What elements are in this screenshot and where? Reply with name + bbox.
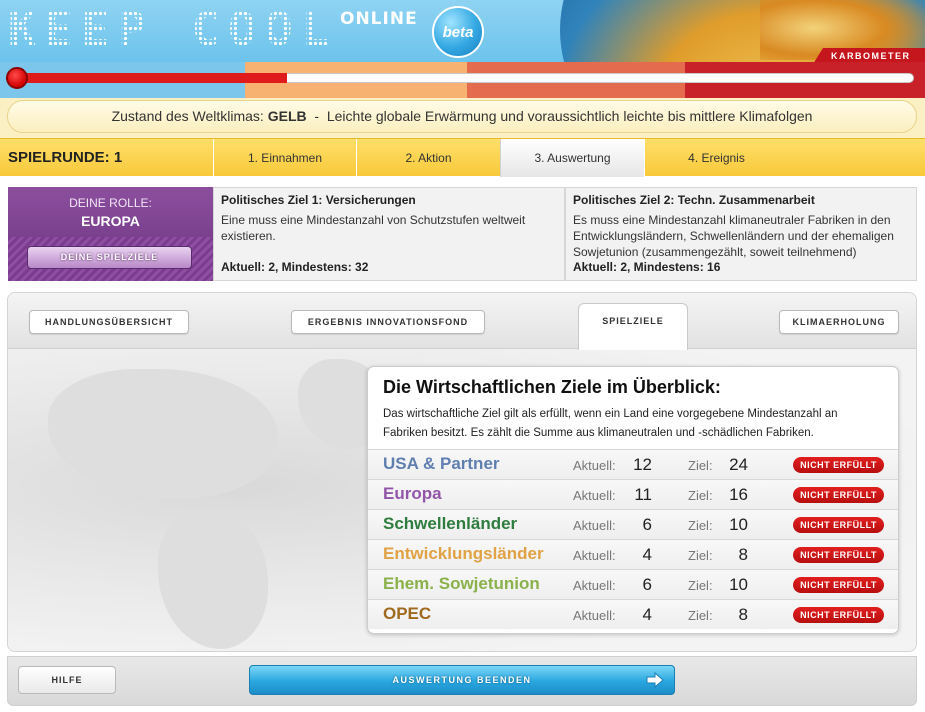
tab-bar: HANDLUNGSÜBERSICHT ERGEBNIS INNOVATIONSF… [8, 293, 916, 350]
target-value: 10 [729, 515, 748, 534]
role-button-area: DEINE SPIELZIELE [8, 237, 213, 281]
karbometer-knob [6, 67, 28, 89]
target-label: Ziel: [688, 608, 713, 623]
political-goal-1-title: Politisches Ziel 1: Versicherungen [221, 193, 416, 207]
step-aktion[interactable]: 2. Aktion [356, 139, 500, 177]
footer-bar: HILFE AUSWERTUNG BEENDEN [7, 656, 917, 706]
target-value: 16 [729, 485, 748, 504]
political-goal-2-title: Politisches Ziel 2: Techn. Zusammenarbei… [573, 193, 815, 207]
current-label: Aktuell: [573, 518, 616, 533]
economic-goal-row: Ehem. Sowjetunion Aktuell: 6 Ziel: 10 NICHT E… [368, 569, 898, 599]
target-value: 24 [729, 455, 748, 474]
logo: KEEP COOL [8, 2, 339, 56]
step-einnahmen[interactable]: 1. Einnahmen [213, 139, 356, 177]
current-label: Aktuell: [573, 608, 616, 623]
status-badge: NICHT ERFÜLLT [793, 457, 884, 473]
current-value: 12 [633, 455, 652, 474]
help-button[interactable]: HILFE [18, 666, 116, 694]
region-name: Schwellenländer [383, 514, 518, 533]
role-box: DEINE ROLLE: EUROPA DEINE SPIELZIELE [8, 187, 213, 281]
logo-online: ONLINE [340, 9, 418, 29]
political-goal-2-text: Es muss eine Mindestanzahl klimaneutrale… [573, 213, 894, 259]
target-label: Ziel: [688, 488, 713, 503]
status-badge: NICHT ERFÜLLT [793, 547, 884, 563]
current-value: 4 [642, 545, 652, 564]
climate-status-level: GELB [267, 108, 307, 124]
map-north-america [48, 369, 278, 499]
target-label: Ziel: [688, 518, 713, 533]
map-south-america [158, 509, 268, 649]
tab-innovation-fund[interactable]: ERGEBNIS INNOVATIONSFOND [291, 310, 485, 334]
region-name: OPEC [383, 604, 432, 623]
tab-climate-recovery[interactable]: KLIMAERHOLUNG [779, 310, 899, 334]
economic-goal-row: Schwellenländer Aktuell: 6 Ziel: 10 NICHT ERF… [368, 509, 898, 539]
current-value: 6 [642, 575, 652, 594]
round-label: SPIELRUNDE: 1 [8, 149, 123, 166]
target-label: Ziel: [688, 548, 713, 563]
economic-goal-row: OPEC Aktuell: 4 Ziel: 8 NICHT ERFÜLLT [368, 599, 898, 629]
political-goal-1-progress: Aktuell: 2, Mindestens: 32 [221, 260, 369, 274]
role-name: EUROPA [81, 213, 140, 229]
status-badge: NICHT ERFÜLLT [793, 487, 884, 503]
header-banner: KEEP COOL ONLINE beta KARBOMETER [0, 0, 925, 62]
beta-badge: beta [432, 6, 484, 58]
current-value: 6 [642, 515, 652, 534]
climate-status-bar: Zustand des Weltklimas: GELB - Leichte g… [0, 98, 925, 138]
karbometer [0, 62, 925, 98]
tab-action-overview[interactable]: HANDLUNGSÜBERSICHT [29, 310, 189, 334]
karbometer-fill [6, 73, 287, 83]
climate-status-description: Leichte globale Erwärmung und voraussich… [326, 108, 813, 124]
current-value: 11 [634, 485, 652, 504]
economic-goals-title: Die Wirtschaftlichen Ziele im Überblick: [383, 377, 721, 397]
round-steps-bar: SPIELRUNDE: 1 1. Einnahmen 2. Aktion 3. … [0, 138, 925, 177]
target-value: 8 [738, 605, 748, 624]
end-evaluation-label: AUSWERTUNG BEENDEN [392, 675, 532, 685]
climate-status: Zustand des Weltklimas: GELB - Leichte g… [7, 100, 917, 133]
arrow-right-icon [646, 672, 664, 688]
political-goal-2-progress: Aktuell: 2, Mindestens: 16 [573, 260, 721, 274]
region-name: USA & Partner [383, 454, 500, 473]
step-auswertung[interactable]: 3. Auswertung [500, 139, 644, 177]
current-label: Aktuell: [573, 578, 616, 593]
economic-goal-row: USA & Partner Aktuell: 12 Ziel: 24 NICHT ERFÜ… [368, 449, 898, 479]
climate-status-separator: - [314, 108, 320, 124]
status-badge: NICHT ERFÜLLT [793, 607, 884, 623]
current-label: Aktuell: [573, 548, 616, 563]
political-goal-2: Politisches Ziel 2: Techn. Zusammenarbei… [565, 187, 917, 281]
political-goal-1-text: Eine muss eine Mindestanzahl von Schutzs… [221, 213, 526, 243]
step-ereignis[interactable]: 4. Ereignis [644, 139, 788, 177]
climate-status-prefix: Zustand des Weltklimas: [111, 108, 264, 124]
current-label: Aktuell: [573, 488, 616, 503]
target-value: 8 [738, 545, 748, 564]
region-name: Entwicklungsländer [383, 544, 544, 563]
region-name: Ehem. Sowjetunion [383, 574, 540, 593]
political-goal-1: Politisches Ziel 1: Versicherungen Eine … [213, 187, 565, 281]
economic-goals-card: Die Wirtschaftlichen Ziele im Überblick:… [367, 366, 899, 634]
target-value: 10 [729, 575, 748, 594]
role-title: DEINE ROLLE: [69, 196, 152, 210]
current-value: 4 [642, 605, 652, 624]
current-label: Aktuell: [573, 458, 616, 473]
end-evaluation-button[interactable]: AUSWERTUNG BEENDEN [249, 665, 675, 695]
economic-goal-row: Entwicklungsländer Aktuell: 4 Ziel: 8 NICHT E… [368, 539, 898, 569]
economic-goal-row: Europa Aktuell: 11 Ziel: 16 NICHT ERFÜLLT [368, 479, 898, 509]
tab-game-goals[interactable]: SPIELZIELE [578, 303, 688, 350]
karbometer-label: KARBOMETER [813, 48, 925, 62]
target-label: Ziel: [688, 578, 713, 593]
target-label: Ziel: [688, 458, 713, 473]
economic-goals-description: Das wirtschaftliche Ziel gilt als erfüll… [383, 408, 838, 439]
my-goals-button[interactable]: DEINE SPIELZIELE [27, 246, 192, 269]
status-badge: NICHT ERFÜLLT [793, 517, 884, 533]
status-badge: NICHT ERFÜLLT [793, 577, 884, 593]
region-name: Europa [383, 484, 442, 503]
